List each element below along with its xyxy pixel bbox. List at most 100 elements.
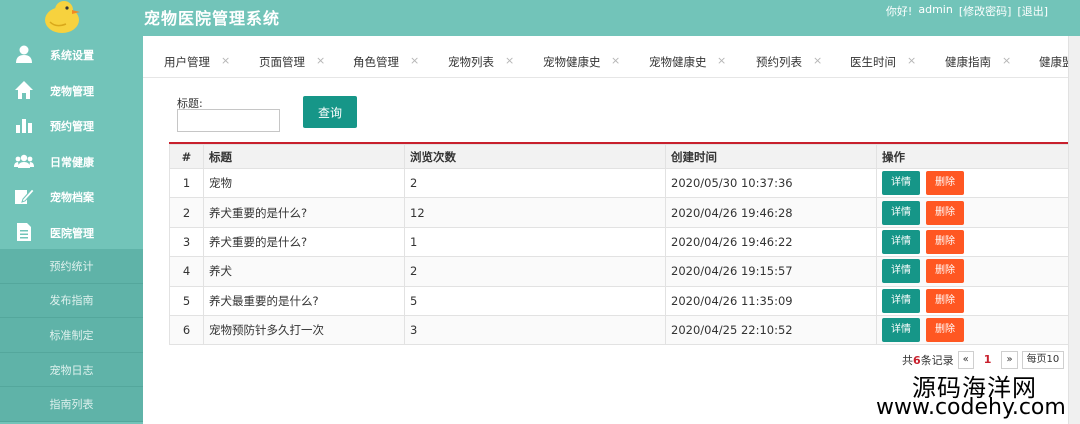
table-header-row: # 标题 浏览次数 创建时间 操作 [169,144,1069,169]
cell-created: 2020/04/26 19:46:28 [665,197,877,228]
close-icon[interactable]: × [1002,54,1011,67]
detail-button[interactable]: 详情 [882,288,920,313]
current-page[interactable]: 1 [978,353,998,366]
sidebar-submenu: 预约统计 发布指南 标准制定 宠物日志 指南列表 [0,249,143,422]
table-row: 5 养犬最重要的是什么? 5 2020/04/26 11:35:09 详情 删除 [169,285,1069,316]
search-title-input[interactable] [177,109,280,132]
cell-views: 1 [404,226,666,258]
cell-title: 养犬重要的是什么? [203,197,405,228]
tab-label: 健康盟 [1039,55,1068,69]
vertical-scrollbar[interactable] [1068,36,1080,424]
detail-button[interactable]: 详情 [882,171,920,196]
submenu-item-standards[interactable]: 标准制定 [0,318,143,353]
sidebar-item-hospital-management[interactable]: 医院管理 [0,214,143,250]
app-title: 宠物医院管理系统 [144,9,281,28]
tab-doctor-schedule[interactable]: 医生时间 × [850,54,916,70]
close-icon[interactable]: × [717,54,726,67]
cell-index: 4 [169,256,204,287]
delete-button[interactable]: 删除 [926,288,964,313]
sidebar-item-label: 系统设置 [50,49,94,62]
sidebar-item-pet-records[interactable]: 宠物档案 [0,178,143,214]
per-page-select[interactable]: 每页10 [1021,350,1065,369]
sidebar-item-daily-health[interactable]: 日常健康 [0,143,143,179]
sidebar-item-label: 宠物管理 [50,84,94,98]
duck-logo-icon [40,0,84,34]
cell-actions: 详情 删除 [876,226,1069,258]
tab-role-management[interactable]: 角色管理 × [353,54,419,70]
bar-chart-icon [14,115,34,135]
close-icon[interactable]: × [907,54,916,67]
cell-index: 1 [169,167,204,199]
detail-button[interactable]: 详情 [882,318,920,343]
delete-button[interactable]: 删除 [926,259,964,284]
query-button[interactable]: 查询 [303,96,357,128]
cell-index: 6 [169,314,204,346]
tab-pet-health-history-2[interactable]: 宠物健康史 × [649,54,726,70]
cell-title: 养犬最重要的是什么? [203,285,405,316]
close-icon[interactable]: × [316,54,325,67]
data-table-container: # 标题 浏览次数 创建时间 操作 1 宠物 2 2020/05/30 10:3… [169,142,1069,346]
next-page-button[interactable]: » [1001,350,1018,369]
detail-button[interactable]: 详情 [882,200,920,225]
pagination: 共6条记录 « 1 » 每页10 [902,350,1065,369]
submenu-item-publish-guide[interactable]: 发布指南 [0,284,143,319]
username: admin [918,3,953,16]
cell-title: 养犬重要的是什么? [203,226,405,258]
detail-button[interactable]: 详情 [882,229,920,254]
cell-views: 12 [404,197,666,228]
cell-created: 2020/05/30 10:37:36 [665,167,877,199]
total-count: 6 [913,353,921,367]
tab-user-management[interactable]: 用户管理 × [164,54,230,70]
cell-views: 2 [404,256,666,287]
delete-button[interactable]: 删除 [926,200,964,225]
sidebar-item-label: 医院管理 [50,226,94,240]
cell-index: 2 [169,197,204,228]
sidebar-item-label: 预约管理 [50,120,94,133]
delete-button[interactable]: 删除 [926,171,964,196]
submenu-item-pet-log[interactable]: 宠物日志 [0,353,143,388]
cell-actions: 详情 删除 [876,167,1069,199]
cell-created: 2020/04/26 19:46:22 [665,226,877,258]
sidebar-menu: 系统设置 宠物管理 预约管理 日常健康 宠物档案 医院管理 [0,36,143,249]
detail-button[interactable]: 详情 [882,259,920,284]
tab-label: 宠物健康史 [649,55,707,69]
prev-page-button[interactable]: « [957,350,974,369]
submenu-item-appointment-stats[interactable]: 预约统计 [0,249,143,284]
cell-index: 5 [169,285,204,316]
sidebar-item-label: 日常健康 [50,155,94,169]
close-icon[interactable]: × [813,54,822,67]
close-icon[interactable]: × [221,54,230,67]
tab-label: 预约列表 [756,55,802,69]
tab-health-partial[interactable]: 健康盟 [1039,54,1068,70]
table-row: 4 养犬 2 2020/04/26 19:15:57 详情 删除 [169,256,1069,287]
close-icon[interactable]: × [611,54,620,67]
cell-created: 2020/04/26 11:35:09 [665,285,877,316]
close-icon[interactable]: × [505,54,514,67]
tab-page-management[interactable]: 页面管理 × [259,54,325,70]
cell-views: 5 [404,285,666,316]
cell-title: 宠物 [203,167,405,199]
logout-link[interactable]: [退出] [1017,3,1048,19]
sidebar-item-system-settings[interactable]: 系统设置 [0,36,143,72]
watermark-site-url: www.codehy.com [876,395,1066,420]
column-header-views: 浏览次数 [404,144,666,169]
tab-bar: 用户管理 × 页面管理 × 角色管理 × 宠物列表 × 宠物健康史 × 宠物健康… [143,41,1068,78]
sidebar: 系统设置 宠物管理 预约管理 日常健康 宠物档案 医院管理 预约统计 发布指南 … [0,0,143,424]
sidebar-item-label: 宠物档案 [50,191,94,204]
user-icon [14,44,34,64]
close-icon[interactable]: × [410,54,419,67]
submenu-item-guide-list[interactable]: 指南列表 [0,387,143,422]
tab-pet-list[interactable]: 宠物列表 × [448,54,514,70]
tab-label: 健康指南 [945,55,991,69]
tab-appointment-list[interactable]: 预约列表 × [756,54,822,70]
greeting-text: 你好! [885,5,913,18]
sidebar-item-appointment-management[interactable]: 预约管理 [0,107,143,143]
delete-button[interactable]: 删除 [926,318,964,343]
tab-pet-health-history[interactable]: 宠物健康史 × [543,54,620,70]
tab-health-guide[interactable]: 健康指南 × [945,54,1011,70]
delete-button[interactable]: 删除 [926,229,964,254]
table-row: 3 养犬重要的是什么? 1 2020/04/26 19:46:22 详情 删除 [169,226,1069,258]
sidebar-item-pet-management[interactable]: 宠物管理 [0,72,143,108]
top-header: 宠物医院管理系统 你好! admin [修改密码] [退出] [143,0,1080,36]
change-password-link[interactable]: [修改密码] [959,3,1012,19]
